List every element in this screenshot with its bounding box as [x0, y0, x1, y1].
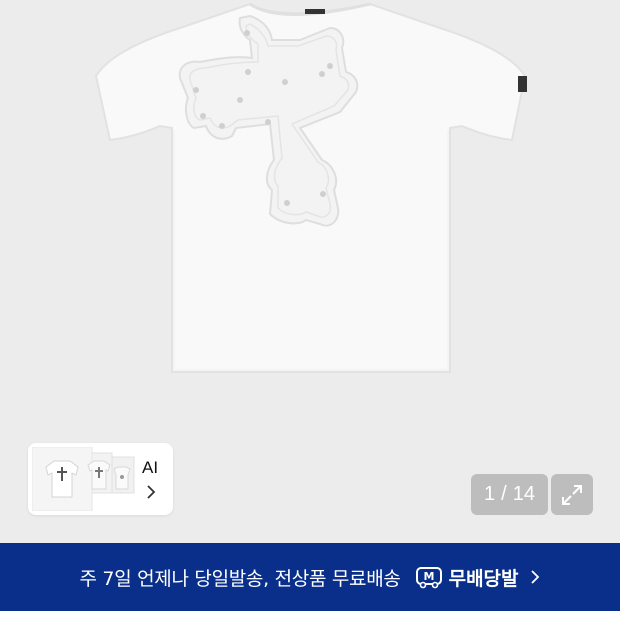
current-index: 1 [484, 483, 496, 505]
promo-banner[interactable]: 주 7일 언제나 당일발송, 전상품 무료배송 M 무배당발 [0, 543, 620, 611]
expand-icon [562, 484, 582, 505]
bottom-strip [0, 611, 620, 620]
ai-thumbnails [32, 447, 135, 511]
ai-recommendation-card[interactable] [28, 443, 173, 515]
badge-icon-letter: M [423, 570, 434, 583]
image-counter: 1 / 14 [471, 474, 548, 515]
promo-text: 주 7일 언제나 당일발송, 전상품 무료배송 [79, 567, 401, 590]
total-count: 14 [512, 483, 535, 505]
expand-button[interactable] [551, 474, 593, 515]
chevron-right-icon [147, 485, 156, 499]
banner-chevron-icon [530, 570, 539, 584]
counter-separator: / [501, 483, 507, 505]
badge-label: 무배당발 [448, 567, 519, 590]
delivery-truck-icon: M [415, 567, 442, 589]
ai-label: AI [142, 458, 159, 477]
